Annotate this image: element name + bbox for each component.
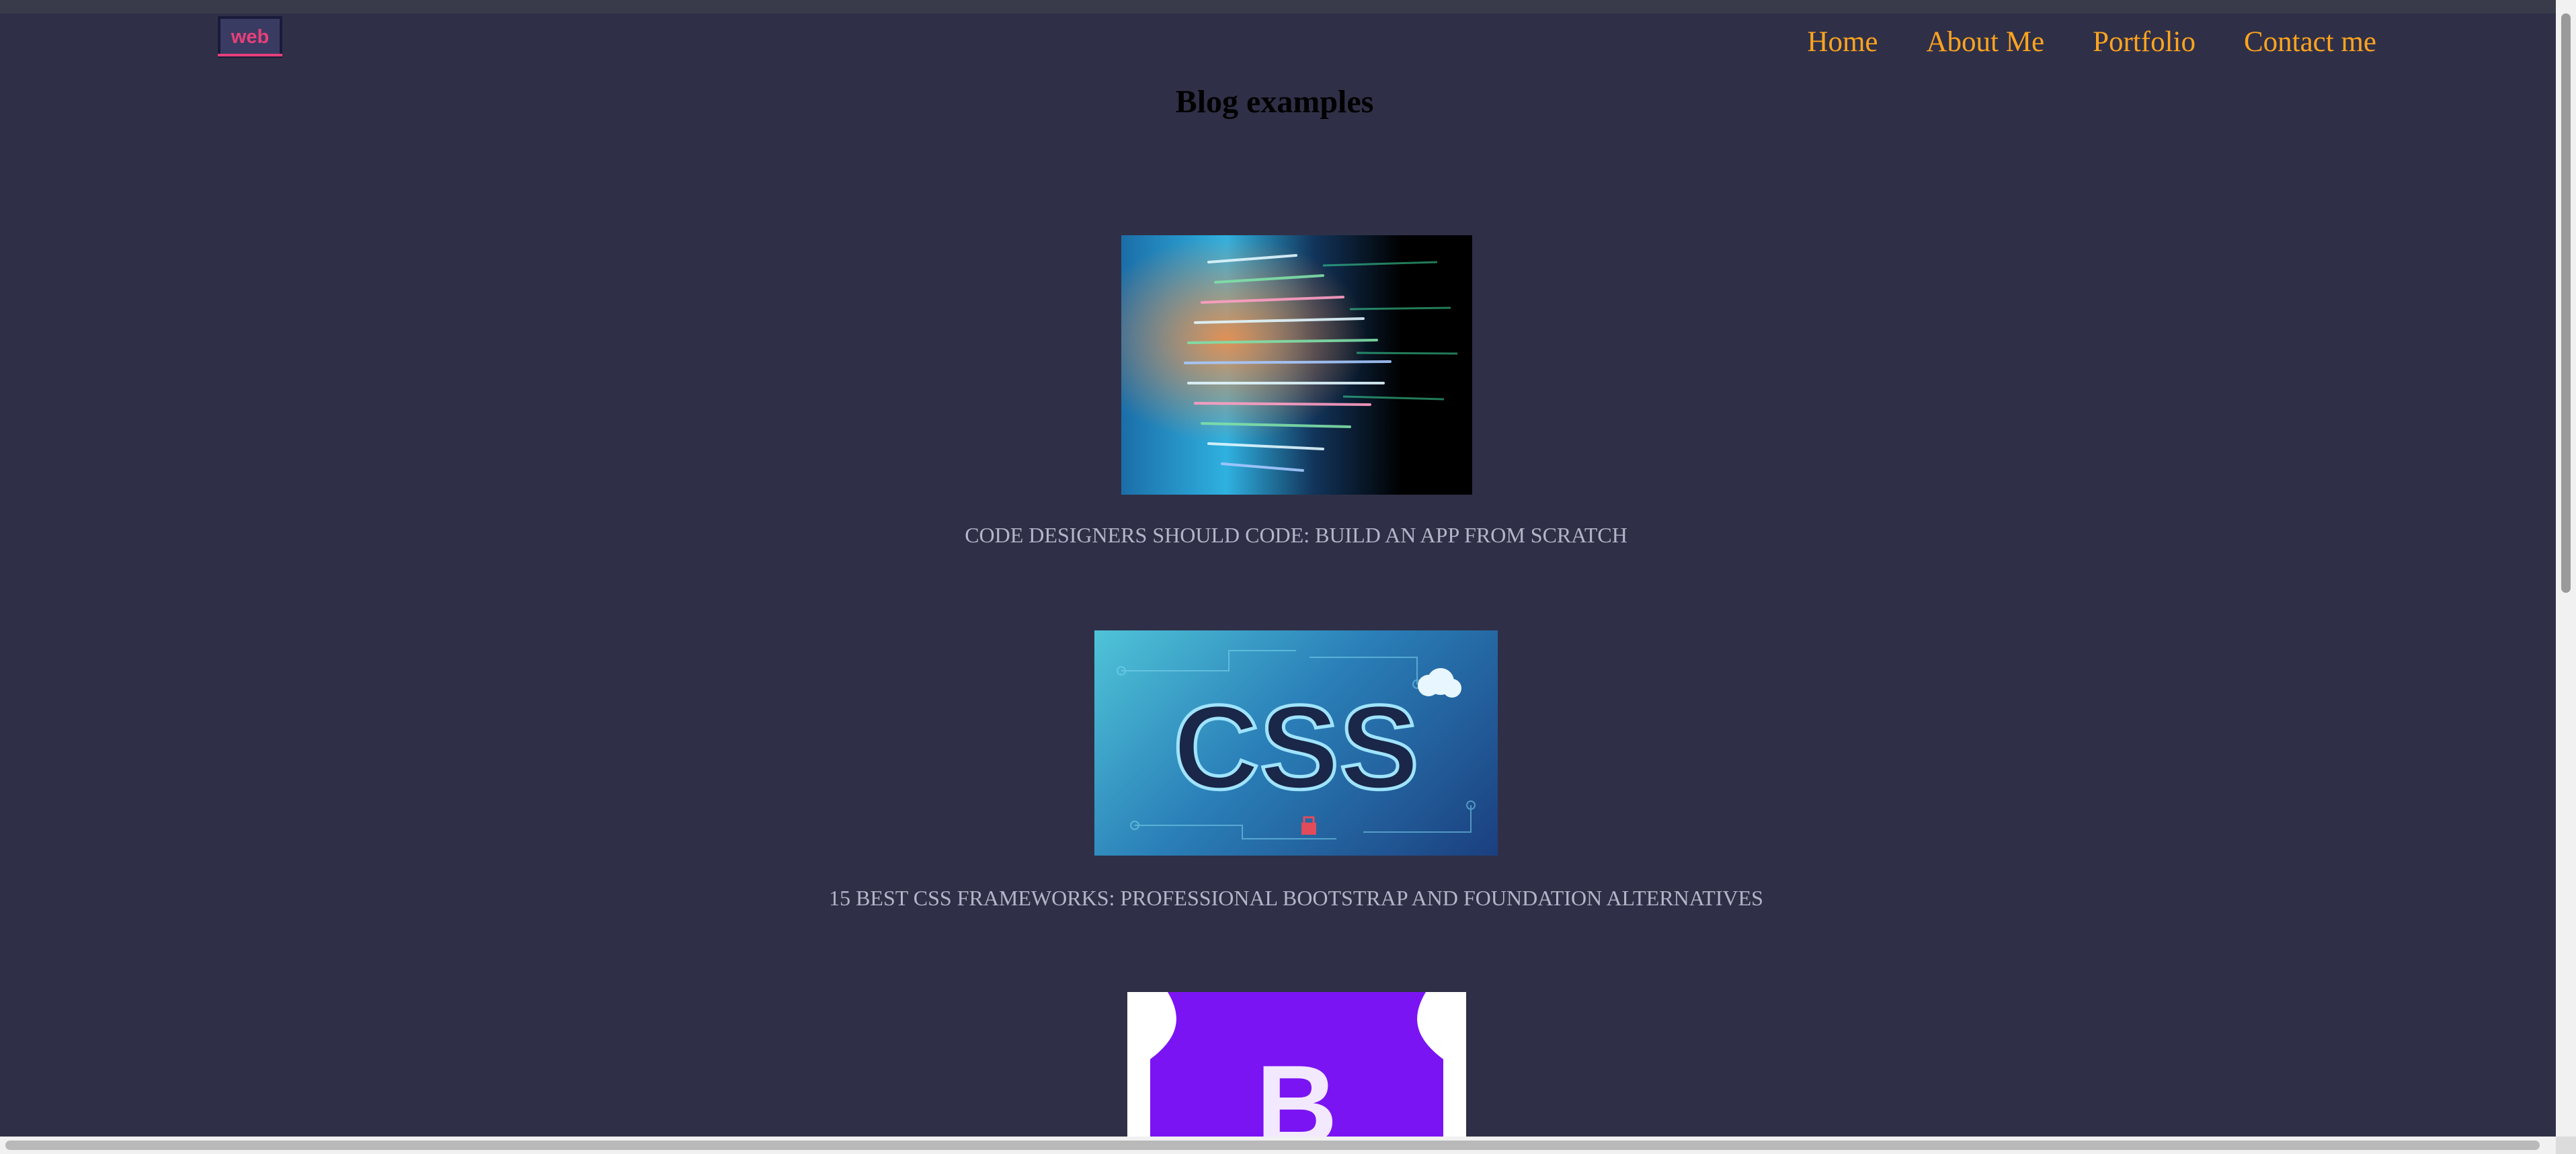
post-2-thumbnail[interactable]: CSS	[1094, 630, 1498, 856]
horizontal-scrollbar-thumb[interactable]	[5, 1141, 2540, 1150]
post-1-thumbnail[interactable]	[1121, 235, 1472, 495]
nav-contact-link[interactable]: Contact me	[2244, 24, 2376, 60]
nav-home-link[interactable]: Home	[1807, 24, 1878, 60]
scrollbar-corner	[2556, 1137, 2576, 1154]
nav-about-link[interactable]: About Me	[1926, 24, 2044, 60]
css-image-text: CSS	[1173, 680, 1419, 814]
bootstrap-letter: B	[1256, 1042, 1337, 1139]
cloud-icon	[1418, 668, 1461, 698]
top-strip	[0, 0, 2576, 13]
site-logo[interactable]: web	[218, 16, 282, 58]
css-frameworks-image: CSS	[1117, 650, 1476, 839]
post-2-caption[interactable]: 15 BEST CSS FRAMEWORKS: PROFESSIONAL BOO…	[0, 886, 2576, 911]
logo-underline	[218, 54, 282, 56]
lock-icon	[1301, 816, 1316, 835]
main-nav: Home About Me Portfolio Contact me	[1807, 24, 2376, 60]
page-title: Blog examples	[1175, 84, 1374, 120]
vertical-scrollbar-thumb[interactable]	[2561, 13, 2571, 593]
vertical-scrollbar[interactable]	[2556, 0, 2576, 1154]
horizontal-scrollbar[interactable]	[0, 1137, 2556, 1154]
nav-portfolio-link[interactable]: Portfolio	[2093, 24, 2196, 60]
post-3-thumbnail[interactable]: B	[1127, 992, 1466, 1139]
code-screen-image	[1121, 235, 1472, 495]
bootstrap-logo-image: B	[1150, 992, 1443, 1139]
logo-text: web	[231, 26, 270, 48]
post-1-caption[interactable]: CODE DESIGNERS SHOULD CODE: BUILD AN APP…	[0, 523, 2576, 548]
